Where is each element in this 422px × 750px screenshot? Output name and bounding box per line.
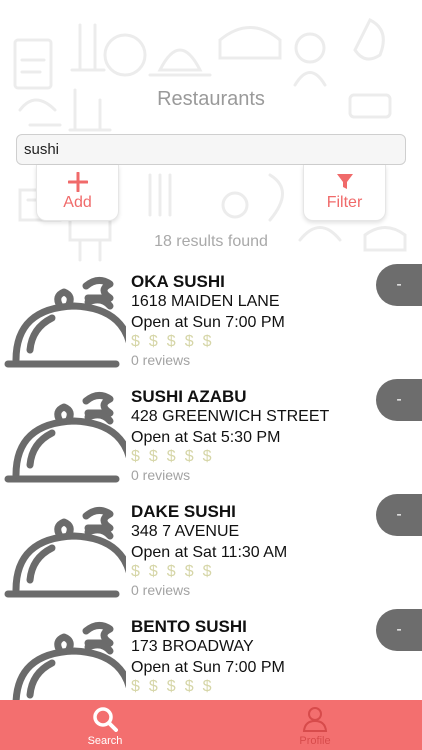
restaurant-hours: Open at Sat 5:30 PM bbox=[131, 429, 281, 446]
tab-profile-label: Profile bbox=[299, 735, 331, 747]
remove-button[interactable]: - bbox=[376, 494, 422, 536]
tab-search[interactable]: Search bbox=[45, 700, 165, 750]
restaurant-address: 1618 MAIDEN LANE bbox=[131, 293, 280, 310]
remove-button[interactable]: - bbox=[376, 609, 422, 651]
filter-funnel-icon bbox=[336, 174, 353, 189]
search-icon bbox=[93, 707, 118, 732]
restaurant-name: BENTO SUSHI bbox=[131, 617, 247, 636]
review-count: 0 reviews bbox=[131, 352, 191, 368]
tab-search-label: Search bbox=[87, 735, 123, 747]
price-rating: $$$$$ bbox=[131, 333, 221, 350]
review-count: 0 reviews bbox=[131, 582, 191, 598]
filter-button[interactable]: Filter bbox=[303, 165, 386, 221]
restaurant-name: SUSHI AZABU bbox=[131, 387, 247, 406]
restaurant-hours: Open at Sun 7:00 PM bbox=[131, 659, 285, 676]
restaurant-row[interactable]: OKA SUSHI 1618 MAIDEN LANE Open at Sun 7… bbox=[0, 262, 422, 377]
plus-icon bbox=[67, 172, 88, 192]
restaurant-address: 348 7 AVENUE bbox=[131, 523, 240, 540]
remove-button[interactable]: - bbox=[376, 264, 422, 306]
add-button-label: Add bbox=[63, 194, 92, 211]
tab-bar: Search Profile bbox=[0, 700, 422, 750]
restaurant-name: DAKE SUSHI bbox=[131, 502, 236, 521]
page-title: Restaurants bbox=[157, 88, 265, 110]
restaurant-row[interactable]: SUSHI AZABU 428 GREENWICH STREET Open at… bbox=[0, 377, 422, 492]
restaurant-hours: Open at Sun 7:00 PM bbox=[131, 314, 285, 331]
price-rating: $$$$$ bbox=[131, 448, 221, 465]
results-count: 18 results found bbox=[154, 233, 268, 250]
add-button[interactable]: Add bbox=[36, 165, 119, 221]
price-rating: $$$$$ bbox=[131, 678, 221, 695]
remove-button[interactable]: - bbox=[376, 379, 422, 421]
restaurant-name: OKA SUSHI bbox=[131, 272, 225, 291]
cloche-icon bbox=[0, 272, 126, 372]
filter-button-label: Filter bbox=[326, 194, 363, 211]
restaurant-list: OKA SUSHI 1618 MAIDEN LANE Open at Sun 7… bbox=[0, 262, 422, 700]
cloche-icon bbox=[0, 502, 126, 602]
review-count: 0 reviews bbox=[131, 467, 191, 483]
restaurant-address: 428 GREENWICH STREET bbox=[131, 408, 330, 425]
tab-profile[interactable]: Profile bbox=[255, 700, 375, 750]
person-icon bbox=[302, 707, 328, 732]
restaurant-row[interactable]: BENTO SUSHI 173 BROADWAY Open at Sun 7:0… bbox=[0, 607, 422, 700]
search-input[interactable] bbox=[16, 134, 406, 165]
restaurant-address: 173 BROADWAY bbox=[131, 638, 254, 655]
cloche-icon bbox=[0, 617, 126, 700]
cloche-icon bbox=[0, 387, 126, 487]
restaurant-row[interactable]: DAKE SUSHI 348 7 AVENUE Open at Sat 11:3… bbox=[0, 492, 422, 607]
price-rating: $$$$$ bbox=[131, 563, 221, 580]
restaurant-hours: Open at Sat 11:30 AM bbox=[131, 544, 288, 561]
